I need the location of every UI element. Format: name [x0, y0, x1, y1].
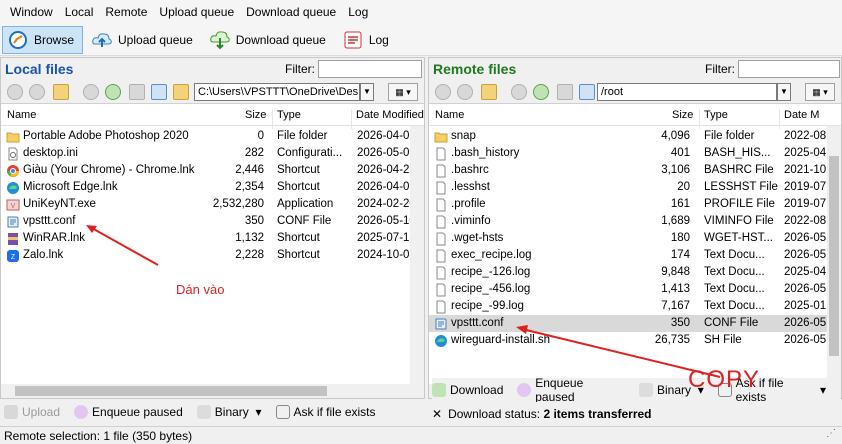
paste-arrow [89, 226, 159, 266]
copy-arrowhead [516, 325, 528, 334]
copy-annotation: COPY [688, 366, 761, 393]
paste-annotation: Dán vào [176, 282, 225, 297]
